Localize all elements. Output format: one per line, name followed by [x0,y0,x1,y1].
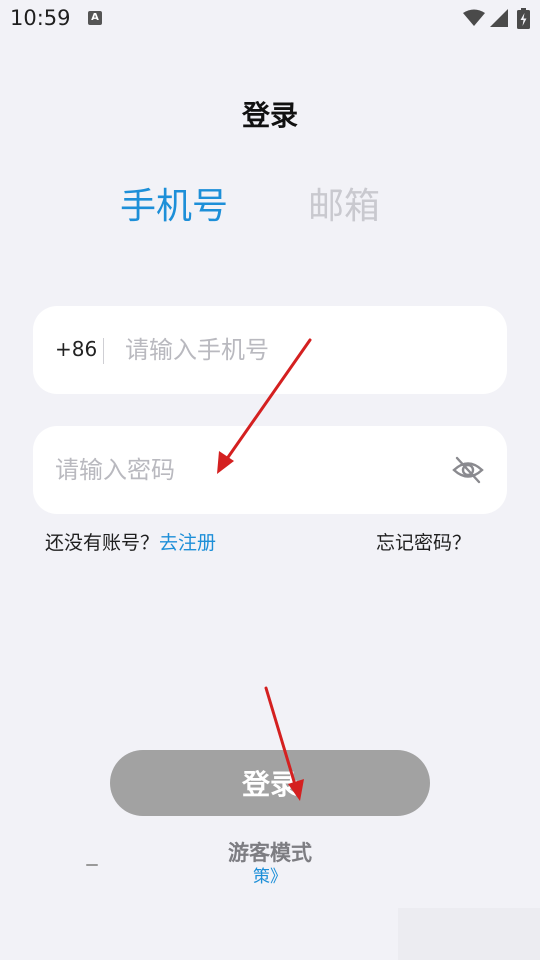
guest-mode-sub-text: 策》 [253,867,287,887]
page-title: 登录 [241,99,298,132]
status-time: 10:59 [10,6,71,30]
tab-email[interactable]: 邮箱 [308,177,380,229]
country-code[interactable]: +86 [55,337,97,361]
decorative-dash [86,864,98,866]
no-account-row: 还没有账号？去注册 [45,528,216,555]
forgot-password-link[interactable]: 忘记密码？ [376,528,471,555]
password-input-card [33,426,507,514]
wifi-icon [463,9,485,26]
no-account-label: 还没有账号？ [45,532,160,554]
phone-input-card: +86 [33,306,507,394]
register-link[interactable]: 去注册 [159,532,216,554]
notification-icon: A [88,11,102,25]
country-code-divider [103,338,104,364]
login-button[interactable]: 登录 [110,750,430,816]
signal-icon [490,9,508,27]
corner-overlay [398,908,540,960]
eye-off-icon[interactable] [451,454,485,486]
status-bar: 10:59 A [0,0,540,40]
phone-input[interactable] [125,328,485,372]
tab-phone[interactable]: 手机号 [120,177,228,229]
battery-charging-icon [517,8,530,29]
password-input[interactable] [55,448,435,492]
